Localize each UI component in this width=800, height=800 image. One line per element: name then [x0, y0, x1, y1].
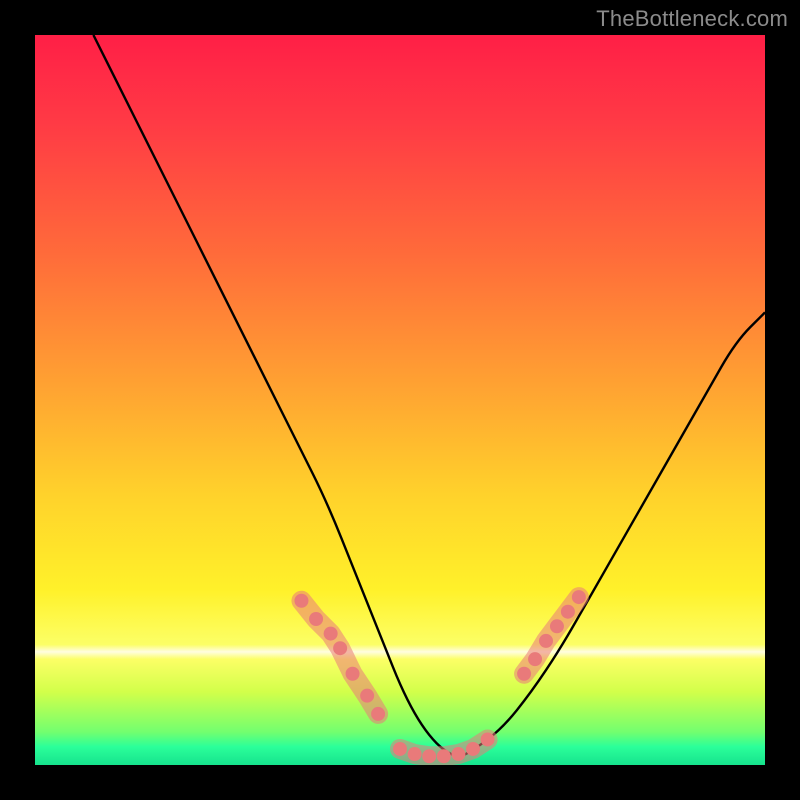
marker-dot — [437, 749, 451, 763]
marker-dot — [393, 742, 407, 756]
marker-dot — [309, 612, 323, 626]
marker-dot — [360, 689, 374, 703]
marker-dot — [408, 747, 422, 761]
marker-dot — [346, 667, 360, 681]
marker-dot — [451, 747, 465, 761]
marker-dot — [528, 652, 542, 666]
marker-dot — [517, 667, 531, 681]
marker-dot — [572, 590, 586, 604]
marker-dot — [550, 619, 564, 633]
marker-dot — [294, 594, 308, 608]
marker-dot — [333, 641, 347, 655]
marker-dot — [371, 707, 385, 721]
marker-dot — [422, 749, 436, 763]
chart-svg — [0, 0, 800, 800]
plot-background — [35, 35, 765, 765]
marker-dot — [561, 605, 575, 619]
marker-dot — [324, 627, 338, 641]
chart-stage: TheBottleneck.com — [0, 0, 800, 800]
marker-dot — [539, 634, 553, 648]
watermark-label: TheBottleneck.com — [596, 6, 788, 32]
marker-dot — [481, 732, 495, 746]
marker-dot — [466, 742, 480, 756]
